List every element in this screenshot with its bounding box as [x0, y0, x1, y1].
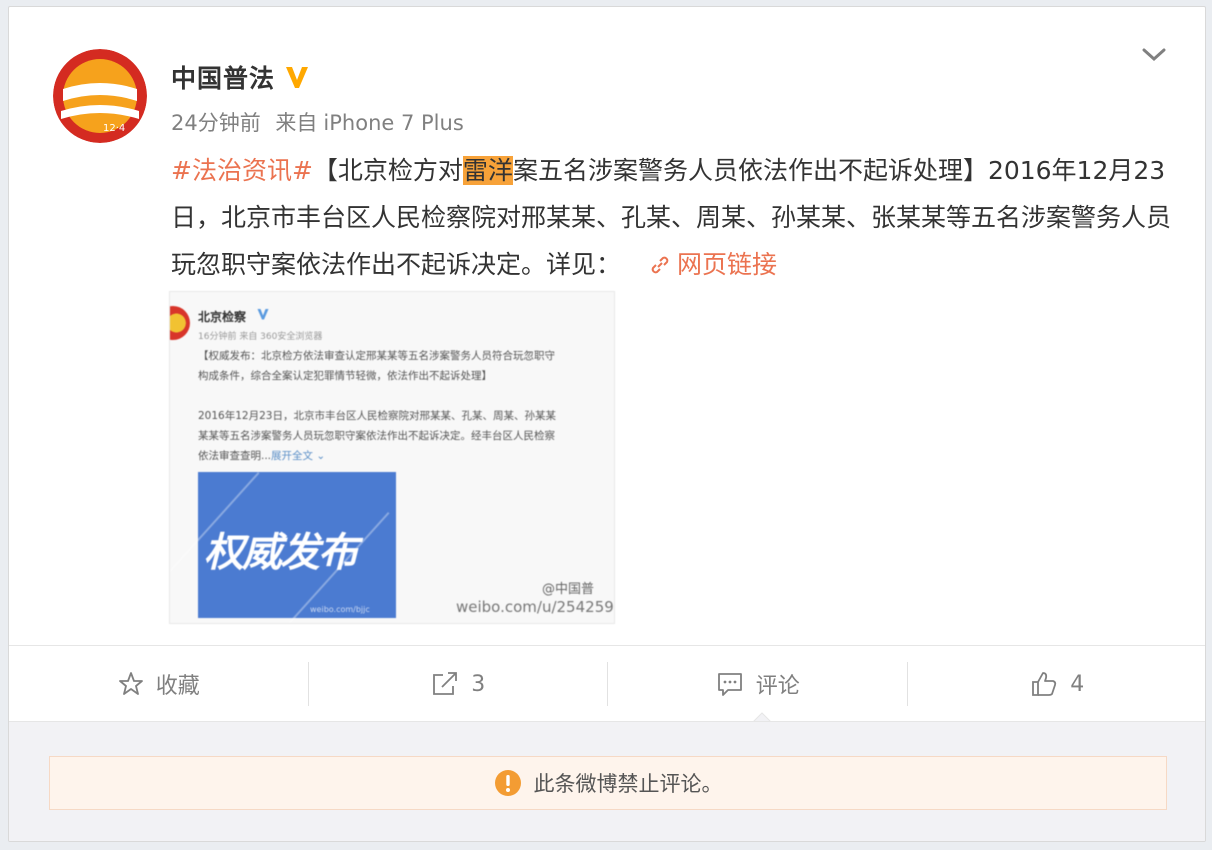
- post-time[interactable]: 24分钟前: [171, 111, 261, 135]
- topic-link[interactable]: #法治资讯#: [171, 156, 313, 185]
- thumb-author: 北京检察: [198, 310, 247, 324]
- thumb-line: 构成条件，综合全案认定犯罪情节轻微，依法作出不起诉处理】: [198, 370, 492, 382]
- thumb-line: 【权威发布：北京检方依法审查认定邢某某等五名涉案警务人员符合玩忽职守: [198, 350, 555, 362]
- verified-icon: [286, 67, 309, 88]
- thumb-expand-link: 展开全文: [271, 450, 314, 462]
- comment-label: 评论: [755, 674, 800, 699]
- post-text: #法治资讯#【北京检方对雷洋案五名涉案警务人员依法作出不起诉处理】2016年12…: [171, 147, 1171, 288]
- post-source-prefix: 来自: [275, 111, 318, 135]
- thumb-banner-title: 权威发布: [204, 530, 358, 576]
- post-meta: 24分钟前 来自 iPhone 7 Plus: [171, 107, 464, 137]
- thumb-text: 【权威发布：北京检方依法审查认定邢某某等五名涉案警务人员符合玩忽职守 构成条件，…: [198, 346, 614, 466]
- action-bar: 收藏 3 评论 4: [9, 645, 1206, 722]
- repost-button[interactable]: 3: [309, 646, 608, 722]
- thumb-avatar: [170, 306, 190, 340]
- share-icon: [433, 672, 458, 695]
- text-before-highlight: 【北京检方对: [312, 156, 463, 185]
- thumb-meta: 16分钟前 来自 360安全浏览器: [198, 332, 323, 342]
- thumb-banner-watermark: weibo.com/bjjc: [310, 605, 370, 614]
- thumb-line: 某某等五名涉案警务人员玩忽职守案依法作出不起诉决定。经丰台区人民检察: [198, 430, 555, 442]
- comment-icon: [717, 673, 742, 696]
- repost-count: 3: [471, 671, 486, 697]
- author-avatar[interactable]: 12·4: [53, 49, 147, 143]
- thumb-watermark-bottom: weibo.com/u/2542592: [456, 598, 615, 616]
- post-source[interactable]: iPhone 7 Plus: [323, 111, 463, 135]
- warning-icon: [494, 770, 521, 796]
- web-link-label: 网页链接: [677, 250, 778, 279]
- favorite-button[interactable]: 收藏: [9, 646, 309, 722]
- thumb-verified-icon: [257, 309, 269, 320]
- web-link[interactable]: 网页链接: [649, 250, 777, 279]
- like-button[interactable]: 4: [908, 646, 1206, 722]
- thumb-banner: 权威发布 weibo.com/bjjc: [170, 472, 396, 623]
- weibo-post-card: 12·4 中国普法 24分钟前 来自 iPhone 7 Plus #法治资讯#【北…: [8, 6, 1206, 842]
- comment-area: 此条微博禁止评论。: [9, 721, 1205, 841]
- thumb-line: 依法审查查明...: [198, 450, 272, 462]
- thumb-watermark-top: @中国普: [542, 582, 595, 597]
- thumbs-up-icon: [1032, 672, 1057, 696]
- chevron-down-icon[interactable]: [1141, 45, 1167, 65]
- post-image[interactable]: 北京检察 16分钟前 来自 360安全浏览器 【权威发布：北京检方依法审查认定邢…: [169, 291, 615, 624]
- author-name[interactable]: 中国普法: [171, 59, 275, 95]
- avatar-text: 12·4: [103, 123, 125, 134]
- comment-disabled-notice: 此条微博禁止评论。: [49, 756, 1167, 810]
- star-icon: [118, 672, 143, 695]
- like-count: 4: [1070, 671, 1085, 697]
- thumb-line: 2016年12月23日，北京市丰台区人民检察院对邢某某、孔某、周某、孙某某: [198, 410, 556, 422]
- keyword-highlight[interactable]: 雷洋: [462, 156, 513, 185]
- link-icon: [651, 256, 669, 274]
- favorite-label: 收藏: [155, 674, 200, 699]
- notice-text: 此条微博禁止评论。: [533, 772, 723, 796]
